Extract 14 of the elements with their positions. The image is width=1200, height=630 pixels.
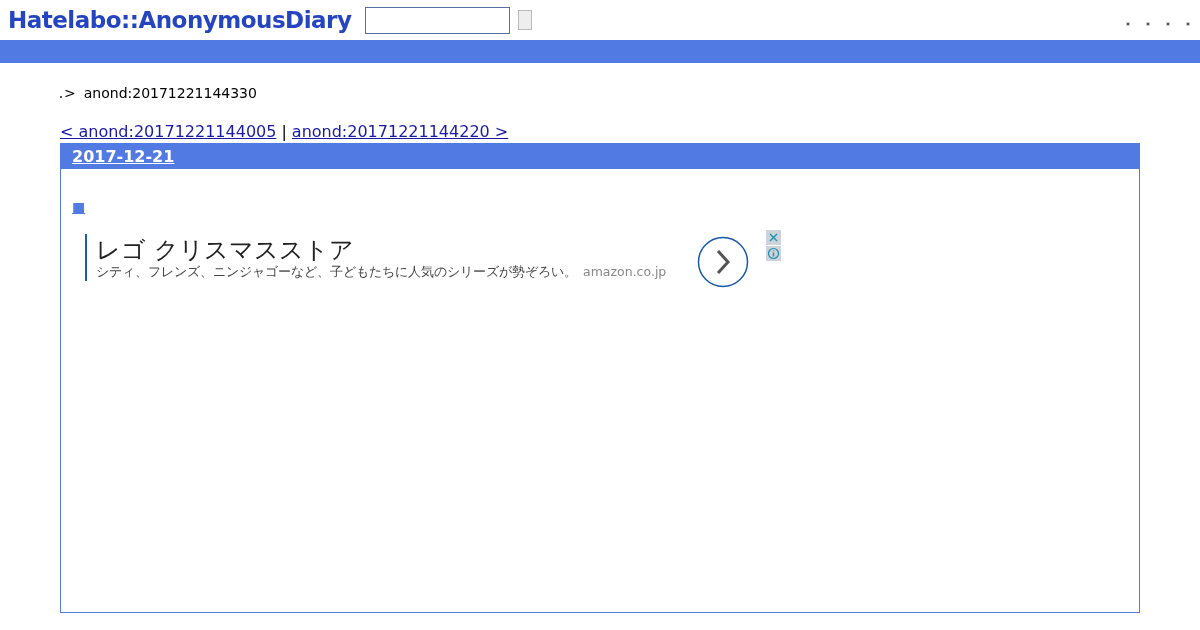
site-logo[interactable]: Hatelabo::AnonymousDiary xyxy=(8,7,352,33)
breadcrumb-current: anond:20171221144330 xyxy=(83,85,257,101)
section-link[interactable]: ■ xyxy=(72,199,86,215)
next-link[interactable]: anond:20171221144220 > xyxy=(291,122,509,141)
ad-description: シティ、フレンズ、ニンジャゴーなど、子どもたちに人気のシリーズが勢ぞろい。 xyxy=(96,264,577,281)
ad-title[interactable]: レゴ クリスマスストア xyxy=(96,236,686,264)
prev-link[interactable]: < anond:20171221144005 xyxy=(60,122,277,141)
breadcrumb-separator: > xyxy=(64,85,76,101)
pager-divider: | xyxy=(281,122,287,141)
search-field[interactable] xyxy=(365,6,511,34)
date-link[interactable]: 2017-12-21 xyxy=(72,146,175,166)
chevron-right-icon[interactable] xyxy=(697,236,749,288)
ad-text-block[interactable]: レゴ クリスマスストア シティ、フレンズ、ニンジャゴーなど、子どもたちに人気のシリーズが勢ぞろい。 amazon.co.jp xyxy=(85,234,686,281)
ad-domain: amazon.co.jp xyxy=(583,264,667,281)
